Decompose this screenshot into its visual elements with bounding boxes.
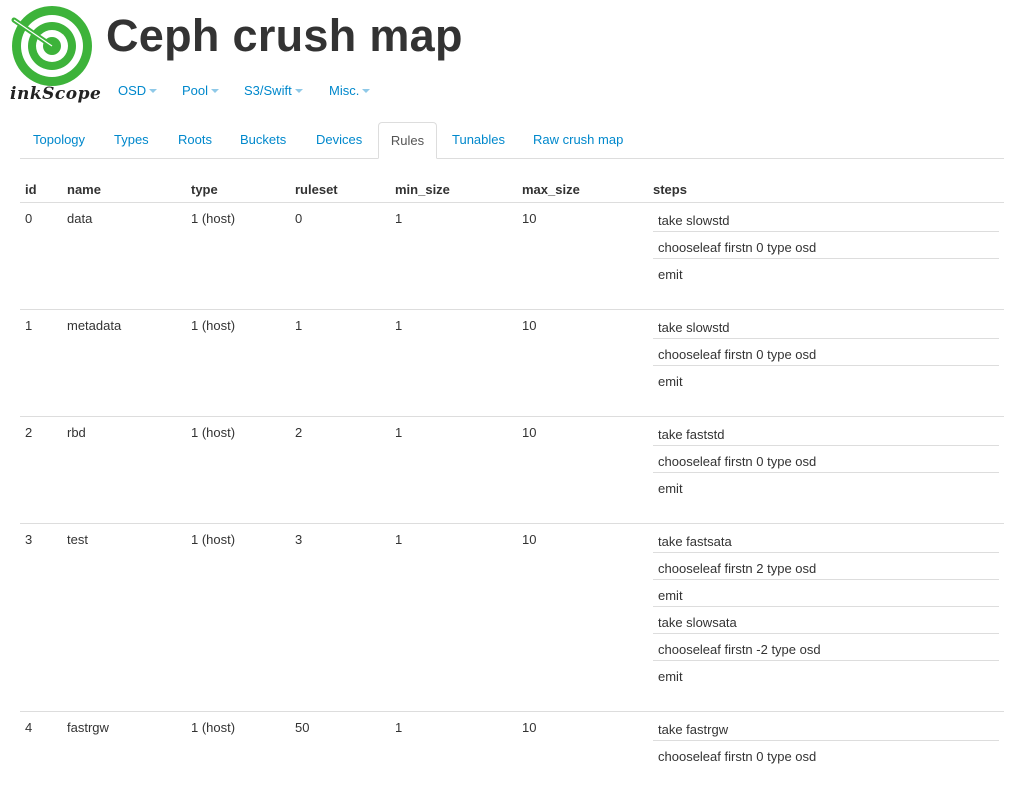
cell-min-size: 1 xyxy=(395,532,403,547)
table-row: 4 fastrgw 1 (host) 50 1 10 take fastrgw … xyxy=(20,712,1004,792)
cell-ruleset: 1 xyxy=(295,318,303,333)
table-row: 2 rbd 1 (host) 2 1 10 take faststd choos… xyxy=(20,417,1004,524)
step-item: chooseleaf firstn 0 type osd xyxy=(658,749,817,764)
cell-ruleset: 0 xyxy=(295,211,303,226)
column-header-id: id xyxy=(25,182,37,197)
caret-down-icon xyxy=(294,88,303,93)
step-item: take slowstd xyxy=(653,312,999,339)
cell-max-size: 10 xyxy=(522,720,537,735)
cell-max-size: 10 xyxy=(522,318,537,333)
nav-s3-swift-dropdown[interactable]: S3/Swift xyxy=(244,83,303,98)
nav-osd-dropdown[interactable]: OSD xyxy=(118,83,158,98)
page-title: Ceph crush map xyxy=(106,10,463,61)
steps-list: take fastrgw chooseleaf firstn 0 type os… xyxy=(653,714,999,767)
cell-min-size: 1 xyxy=(395,720,403,735)
cell-type: 1 (host) xyxy=(191,720,236,735)
step-item: take fastsata xyxy=(653,526,999,553)
cell-id: 4 xyxy=(25,720,33,735)
rules-table: id name type ruleset min_size max_size s… xyxy=(20,176,1004,792)
column-header-ruleset: ruleset xyxy=(295,182,338,197)
step-item: chooseleaf firstn -2 type osd xyxy=(653,634,999,661)
tab-devices[interactable]: Devices xyxy=(316,122,362,157)
nav-pool-dropdown[interactable]: Pool xyxy=(182,83,220,98)
cell-name: test xyxy=(67,532,88,547)
tab-rules[interactable]: Rules xyxy=(378,122,437,159)
caret-down-icon xyxy=(362,88,371,93)
steps-list: take faststd chooseleaf firstn 0 type os… xyxy=(653,419,999,499)
step-item: take slowstd xyxy=(653,205,999,232)
step-item: chooseleaf firstn 0 type osd xyxy=(653,232,999,259)
cell-id: 3 xyxy=(25,532,33,547)
caret-down-icon xyxy=(211,88,220,93)
cell-id: 0 xyxy=(25,211,33,226)
step-item: emit xyxy=(658,267,683,282)
cell-type: 1 (host) xyxy=(191,425,236,440)
cell-name: fastrgw xyxy=(67,720,109,735)
inkscope-logo[interactable]: inkScope xyxy=(10,6,101,106)
cell-min-size: 1 xyxy=(395,318,403,333)
crush-map-tabs: Topology Types Roots Buckets Devices Rul… xyxy=(20,122,1004,159)
column-header-steps: steps xyxy=(653,182,687,197)
steps-list: take fastsata chooseleaf firstn 2 type o… xyxy=(653,526,999,687)
tab-topology[interactable]: Topology xyxy=(33,122,85,157)
tab-buckets[interactable]: Buckets xyxy=(240,122,286,157)
step-item: emit xyxy=(658,669,683,684)
column-header-name: name xyxy=(67,182,101,197)
step-item: take faststd xyxy=(653,419,999,446)
nav-misc-dropdown[interactable]: Misc. xyxy=(329,83,371,98)
cell-ruleset: 3 xyxy=(295,532,303,547)
cell-type: 1 (host) xyxy=(191,532,236,547)
logo-wordmark: inkScope xyxy=(10,84,102,104)
step-item: chooseleaf firstn 0 type osd xyxy=(653,339,999,366)
table-row: 1 metadata 1 (host) 1 1 10 take slowstd … xyxy=(20,310,1004,417)
column-header-type: type xyxy=(191,182,218,197)
step-item: emit xyxy=(653,580,999,607)
step-item: chooseleaf firstn 2 type osd xyxy=(653,553,999,580)
step-item: emit xyxy=(658,374,683,389)
caret-down-icon xyxy=(149,88,158,93)
cell-min-size: 1 xyxy=(395,211,403,226)
nav-label: Pool xyxy=(182,83,209,98)
cell-max-size: 10 xyxy=(522,425,537,440)
steps-list: take slowstd chooseleaf firstn 0 type os… xyxy=(653,205,999,285)
cell-min-size: 1 xyxy=(395,425,403,440)
column-header-max-size: max_size xyxy=(522,182,580,197)
cell-max-size: 10 xyxy=(522,211,537,226)
cell-name: data xyxy=(67,211,93,226)
step-item: take fastrgw xyxy=(653,714,999,741)
table-row: 3 test 1 (host) 3 1 10 take fastsata cho… xyxy=(20,524,1004,712)
table-header: id name type ruleset min_size max_size s… xyxy=(20,176,1004,203)
tab-raw-crush-map[interactable]: Raw crush map xyxy=(533,122,623,157)
target-logo-icon xyxy=(11,6,92,86)
table-row: 0 data 1 (host) 0 1 10 take slowstd choo… xyxy=(20,203,1004,310)
cell-id: 2 xyxy=(25,425,33,440)
tab-roots[interactable]: Roots xyxy=(178,122,212,157)
step-item: emit xyxy=(658,481,683,496)
cell-id: 1 xyxy=(25,318,33,333)
cell-ruleset: 50 xyxy=(295,720,310,735)
step-item: chooseleaf firstn 0 type osd xyxy=(653,446,999,473)
cell-name: metadata xyxy=(67,318,122,333)
steps-list: take slowstd chooseleaf firstn 0 type os… xyxy=(653,312,999,392)
nav-label: S3/Swift xyxy=(244,83,292,98)
step-item: take slowsata xyxy=(653,607,999,634)
tab-tunables[interactable]: Tunables xyxy=(452,122,505,157)
nav-label: OSD xyxy=(118,83,147,98)
cell-ruleset: 2 xyxy=(295,425,303,440)
cell-name: rbd xyxy=(67,425,86,440)
column-header-min-size: min_size xyxy=(395,182,450,197)
cell-type: 1 (host) xyxy=(191,211,236,226)
tab-types[interactable]: Types xyxy=(114,122,149,157)
cell-max-size: 10 xyxy=(522,532,537,547)
nav-label: Misc. xyxy=(329,83,360,98)
cell-type: 1 (host) xyxy=(191,318,236,333)
